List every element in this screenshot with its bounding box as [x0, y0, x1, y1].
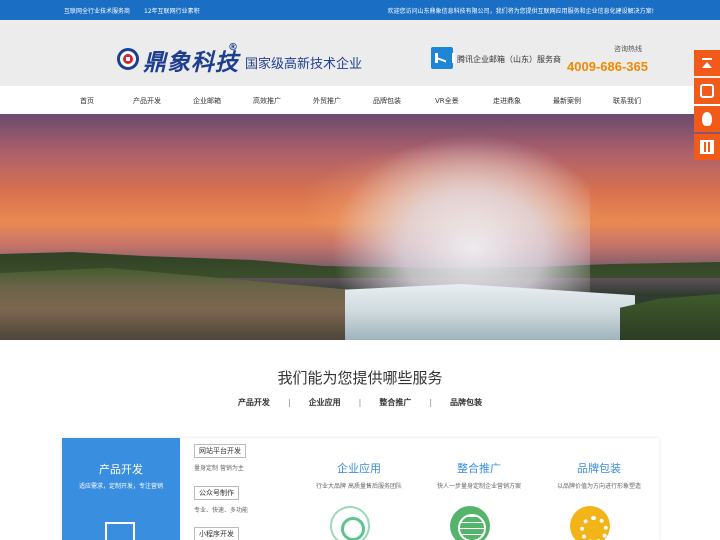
back-to-top-icon [700, 56, 714, 70]
topbar-welcome: 欢迎您访问山东鼎象信息科技有限公司，我们将为您提供互联网应用服务和企业信息化建设… [387, 8, 654, 15]
tencent-mail-icon [431, 47, 455, 69]
nav-item-trade[interactable]: 外贸推广 [313, 96, 341, 106]
nav-item-product[interactable]: 产品开发 [133, 96, 161, 106]
phone-button[interactable] [694, 78, 720, 104]
hero-banner[interactable] [0, 114, 720, 340]
service-col-desc: 快人一步量身定制企业营销方案 [436, 483, 521, 490]
service-col-promotion[interactable]: 整合推广 快人一步量身定制企业营销方案 [424, 460, 534, 490]
tab-separator: | [358, 398, 362, 407]
featured-service-subtitle: 适应需求，定制开发，专注营销 [78, 483, 163, 490]
nav-item-about[interactable]: 走进鼎象 [493, 96, 521, 106]
services-title: 我们能为您提供哪些服务 [277, 369, 443, 387]
service-col-desc: 以品牌价值为方向进行形象塑造 [556, 483, 641, 490]
nav-item-vr[interactable]: VR全景 [435, 96, 459, 106]
brand-name[interactable]: 鼎象科技 [143, 43, 239, 77]
sublist-desc-wechat: 专业、快速、多功能 [194, 507, 249, 514]
hotline-number[interactable]: 4009-686-365 [567, 59, 648, 74]
nav-item-mail[interactable]: 企业邮箱 [193, 96, 221, 106]
service-tab-apps[interactable]: 企业应用 [309, 398, 341, 407]
gear-icon [570, 506, 610, 540]
qq-button[interactable] [694, 106, 720, 132]
nav-item-branding[interactable]: 品牌包装 [373, 96, 401, 106]
featured-service-title: 产品开发 [99, 463, 143, 476]
brand-tagline: 国家级高新技术企业 [245, 57, 363, 72]
service-tab-product[interactable]: 产品开发 [238, 398, 270, 407]
site-header: 鼎象科技 ® 国家级高新技术企业 腾讯企业邮箱（山东）服务商 咨询热线 4009… [0, 20, 720, 86]
hotline-label: 咨询热线 [614, 45, 642, 53]
featured-service-card[interactable]: 产品开发 适应需求，定制开发，专注营销 [62, 438, 180, 540]
target-icon [330, 506, 370, 540]
services-tabs: 产品开发 | 企业应用 | 整合推广 | 品牌包装 [0, 397, 720, 408]
service-col-apps[interactable]: 企业应用 行业大品牌 高质量售后服务团队 [304, 460, 414, 490]
nav-item-promotion[interactable]: 高效推广 [253, 96, 281, 106]
service-tab-branding[interactable]: 品牌包装 [450, 398, 482, 407]
tab-separator: | [429, 398, 433, 407]
sublist-tag-miniprogram[interactable]: 小程序开发 [194, 527, 239, 540]
service-col-title: 整合推广 [457, 462, 501, 475]
sublist-tag-website[interactable]: 网站平台开发 [194, 444, 246, 458]
nav-item-cases[interactable]: 最新案例 [553, 96, 581, 106]
service-tab-promotion[interactable]: 整合推广 [379, 398, 411, 407]
nav-item-home[interactable]: 首页 [80, 96, 94, 106]
qrcode-button[interactable] [694, 134, 720, 160]
topbar-slogan: 互联网全行业技术服务商 [64, 8, 131, 15]
service-col-branding[interactable]: 品牌包装 以品牌价值为方向进行形象塑造 [544, 460, 654, 490]
registered-mark: ® [228, 42, 238, 53]
topbar-experience: 12年互联网行业素积 [144, 8, 200, 15]
sublist-tag-wechat[interactable]: 公众号制作 [194, 486, 239, 500]
qq-icon [702, 112, 712, 126]
main-nav: 首页 产品开发 企业邮箱 高效推广 外贸推广 品牌包装 VR全景 走进鼎象 最新… [0, 86, 720, 114]
phone-icon [700, 84, 714, 98]
service-col-desc: 行业大品牌 高质量售后服务团队 [316, 483, 402, 490]
tab-separator: | [287, 398, 291, 407]
back-to-top-button[interactable] [694, 50, 720, 76]
globe-icon [450, 506, 490, 540]
sublist-desc-website: 量身定制 营销为主 [194, 465, 244, 472]
nav-item-contact[interactable]: 联系我们 [613, 96, 641, 106]
service-col-title: 企业应用 [337, 462, 381, 475]
waterfall-image [345, 284, 635, 340]
qrcode-icon [700, 140, 714, 154]
service-col-title: 品牌包装 [577, 462, 621, 475]
tencent-partner-text: 腾讯企业邮箱（山东）服务商 [457, 55, 561, 64]
monitor-chart-icon [105, 522, 135, 540]
company-logo-icon[interactable] [117, 48, 139, 70]
top-bar: 互联网全行业技术服务商 12年互联网行业素积 欢迎您访问山东鼎象信息科技有限公司… [0, 0, 720, 20]
